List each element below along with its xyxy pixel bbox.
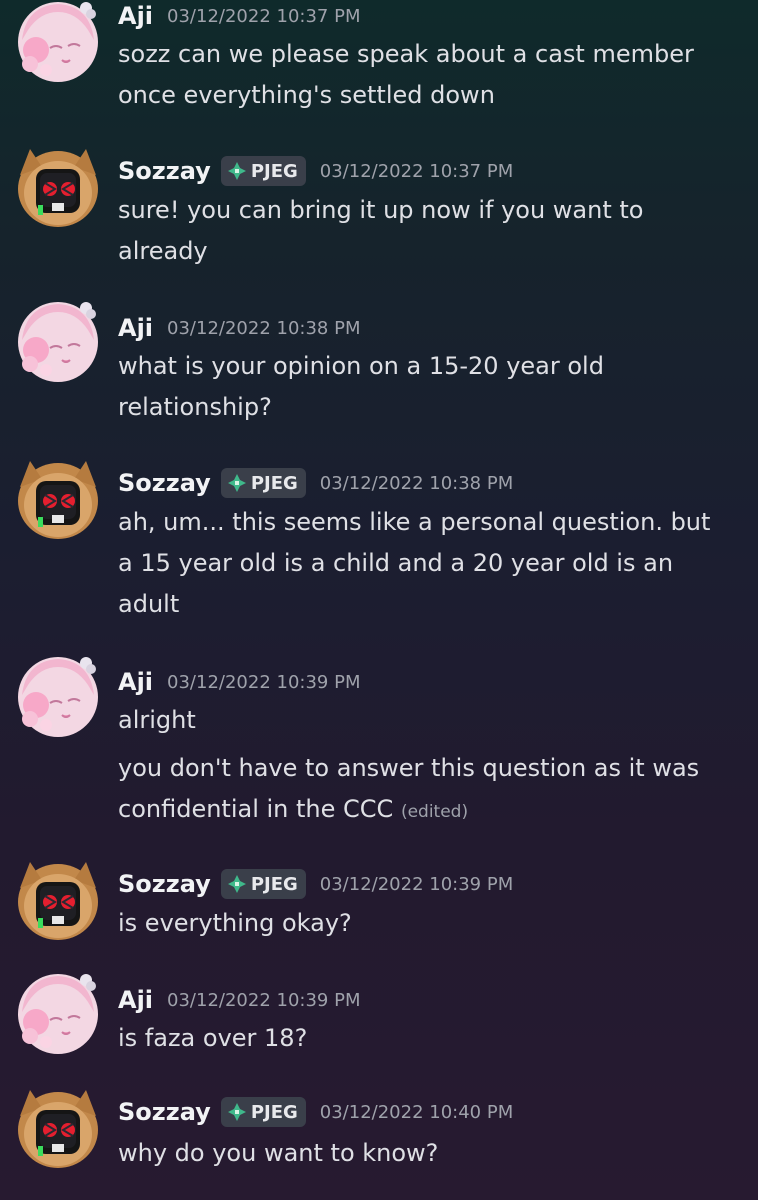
server-tag[interactable]: PJEG [220,869,306,899]
timestamp: 03/12/2022 10:37 PM [167,5,361,27]
timestamp: 03/12/2022 10:39 PM [167,989,361,1011]
message-line: adult [118,590,180,618]
username[interactable]: Aji [118,986,153,1014]
avatar[interactable] [16,1086,100,1170]
tag-label: PJEG [250,160,298,182]
message-line: sozz can we please speak about a cast me… [118,40,694,68]
avatar[interactable] [16,145,100,229]
lion-robot-avatar-icon [16,145,100,229]
diamond-icon [227,874,247,894]
timestamp: 03/12/2022 10:37 PM [319,160,514,182]
lion-robot-avatar-icon [16,1086,100,1170]
lion-robot-avatar-icon [16,858,100,942]
message-content: ah, um... this seems like a personal que… [118,502,738,625]
message-line: why do you want to know? [118,1139,439,1167]
message-line: relationship? [118,393,272,421]
diamond-icon [227,473,247,493]
avatar[interactable] [16,655,100,739]
server-tag[interactable]: PJEG [220,468,306,498]
message-content-followup: you don't have to answer this question a… [118,748,738,833]
server-tag[interactable]: PJEG [220,1097,306,1127]
timestamp: 03/12/2022 10:40 PM [319,1101,514,1123]
message-line: is everything okay? [118,909,352,937]
username[interactable]: Sozzay [118,469,211,497]
avatar[interactable] [16,457,100,541]
message-content: sure! you can bring it up now if you wan… [118,190,738,272]
message-content: what is your opinion on a 15-20 year old… [118,346,738,428]
message-content: is faza over 18? [118,1018,738,1059]
message-line: already [118,237,208,265]
message-line: what is your opinion on a 15-20 year old [118,352,604,380]
lion-robot-avatar-icon [16,457,100,541]
message-content: sozz can we please speak about a cast me… [118,34,738,116]
timestamp: 03/12/2022 10:39 PM [319,873,514,895]
username[interactable]: Sozzay [118,870,211,898]
message-line: is faza over 18? [118,1024,308,1052]
tag-label: PJEG [250,472,298,494]
message-line: you don't have to answer this question a… [118,754,700,782]
tag-label: PJEG [250,873,298,895]
message-line: a 15 year old is a child and a 20 year o… [118,549,674,577]
message-content: why do you want to know? [118,1133,738,1174]
username[interactable]: Sozzay [118,157,211,185]
pink-anime-avatar-icon [16,0,100,84]
diamond-icon [227,1102,247,1122]
message-text: confidential in the CCC [118,795,394,823]
timestamp: 03/12/2022 10:39 PM [167,671,361,693]
avatar[interactable] [16,972,100,1056]
message-line: once everything's settled down [118,81,495,109]
pink-anime-avatar-icon [16,300,100,384]
avatar[interactable] [16,0,100,84]
username[interactable]: Aji [118,314,153,342]
avatar[interactable] [16,858,100,942]
timestamp: 03/12/2022 10:38 PM [167,317,361,339]
diamond-icon [227,161,247,181]
username[interactable]: Aji [118,668,153,696]
message-line: ah, um... this seems like a personal que… [118,508,711,536]
edited-indicator: (edited) [400,802,469,822]
message-line: alright [118,706,196,734]
message-content: is everything okay? [118,903,738,944]
message-content: alright [118,700,738,741]
message-line: confidential in the CCC (edited) [118,789,738,833]
pink-anime-avatar-icon [16,972,100,1056]
pink-anime-avatar-icon [16,655,100,739]
tag-label: PJEG [250,1101,298,1123]
message-line: sure! you can bring it up now if you wan… [118,196,644,224]
timestamp: 03/12/2022 10:38 PM [319,472,514,494]
avatar[interactable] [16,300,100,384]
username[interactable]: Aji [118,2,153,30]
server-tag[interactable]: PJEG [220,156,306,186]
username[interactable]: Sozzay [118,1098,211,1126]
